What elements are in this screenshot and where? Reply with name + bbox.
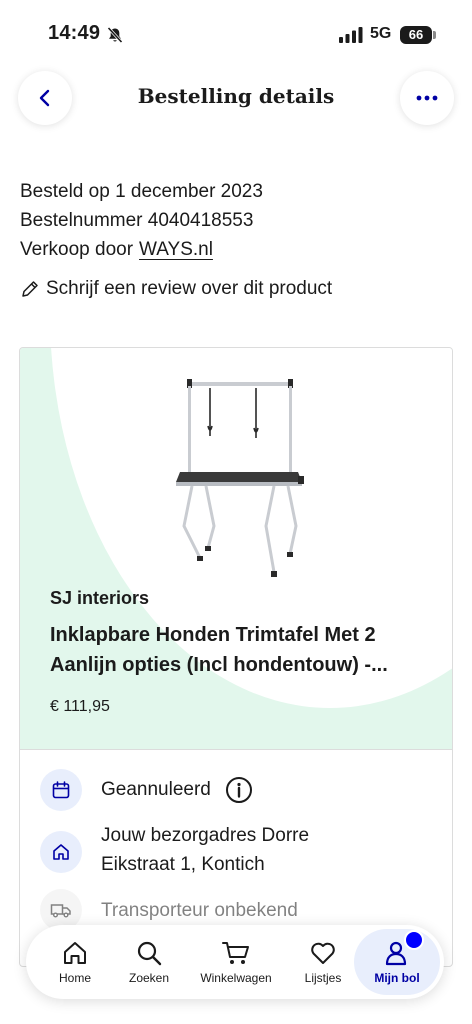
card-divider bbox=[20, 749, 452, 750]
seller-link[interactable]: WAYS.nl bbox=[139, 239, 213, 260]
cart-icon bbox=[222, 942, 249, 964]
home-icon bbox=[64, 942, 86, 964]
product-card: SJ interiors Inklapbare Honden Trimtafel… bbox=[19, 347, 453, 967]
order-number: Bestelnummer 4040418553 bbox=[20, 210, 254, 231]
sold-by-line: Verkoop door WAYS.nl bbox=[20, 235, 263, 264]
nav-home-label: Home bbox=[58, 971, 91, 985]
info-icon[interactable] bbox=[225, 776, 253, 804]
search-icon bbox=[137, 941, 162, 966]
notification-dot bbox=[404, 930, 424, 950]
nav-cart-label: Winkelwagen bbox=[200, 971, 272, 985]
product-brand: SJ interiors bbox=[50, 588, 150, 608]
nav-cart[interactable]: Winkelwagen bbox=[192, 925, 280, 999]
bottom-navigation: Home Zoeken Winkelwagen Lijstjes Mijn bo… bbox=[26, 925, 444, 999]
pencil-icon bbox=[22, 281, 38, 297]
nav-lists[interactable]: Lijstjes bbox=[288, 925, 358, 999]
more-options-button[interactable] bbox=[400, 71, 454, 125]
product-price: € 111,95 bbox=[50, 698, 110, 715]
nav-my-bol-label: Mijn bol bbox=[374, 971, 420, 985]
nav-home[interactable]: Home bbox=[40, 925, 110, 999]
heart-icon bbox=[311, 942, 335, 964]
network-type: 5G bbox=[370, 25, 392, 42]
order-date: Besteld op 1 december 2023 bbox=[20, 181, 263, 202]
nav-my-bol[interactable]: Mijn bol bbox=[354, 929, 440, 995]
delivery-address: Jouw bezorgadres Dorre Eikstraat 1, Kont… bbox=[101, 821, 309, 879]
battery-indicator: 66 bbox=[400, 26, 432, 44]
product-image bbox=[176, 379, 304, 577]
product-hero[interactable]: SJ interiors Inklapbare Honden Trimtafel… bbox=[20, 348, 452, 749]
status-bar: 14:49 5G 66 bbox=[0, 0, 472, 66]
carrier: Transporteur onbekend bbox=[101, 900, 298, 921]
nav-search[interactable]: Zoeken bbox=[114, 925, 184, 999]
write-review-link[interactable]: Schrijf een review over dit product bbox=[20, 278, 332, 300]
battery-tip bbox=[433, 31, 436, 39]
more-dots-icon bbox=[416, 95, 438, 101]
calendar-icon bbox=[40, 769, 82, 811]
order-info: Besteld op 1 december 2023 Bestelnummer … bbox=[20, 177, 263, 264]
product-name: Inklapbare Honden Trimtafel Met 2 Aanlij… bbox=[50, 624, 388, 676]
delivery-address-row: Jouw bezorgadres Dorre Eikstraat 1, Kont… bbox=[40, 825, 309, 879]
order-status-row: Geannuleerd bbox=[40, 769, 253, 811]
nav-lists-label: Lijstjes bbox=[304, 971, 342, 985]
bell-off-icon bbox=[107, 26, 123, 44]
order-status-label: Geannuleerd bbox=[101, 779, 211, 800]
signal-icon bbox=[339, 27, 363, 43]
address-line-2: Eikstraat 1, Kontich bbox=[101, 854, 265, 875]
write-review-label: Schrijf een review over dit product bbox=[46, 278, 333, 299]
sold-by-prefix: Verkoop door bbox=[20, 239, 134, 260]
home-address-icon bbox=[40, 831, 82, 873]
order-status: Geannuleerd bbox=[101, 775, 253, 804]
address-line-1: Jouw bezorgadres Dorre bbox=[101, 825, 310, 846]
nav-search-label: Zoeken bbox=[128, 971, 170, 985]
status-time: 14:49 bbox=[48, 22, 101, 44]
